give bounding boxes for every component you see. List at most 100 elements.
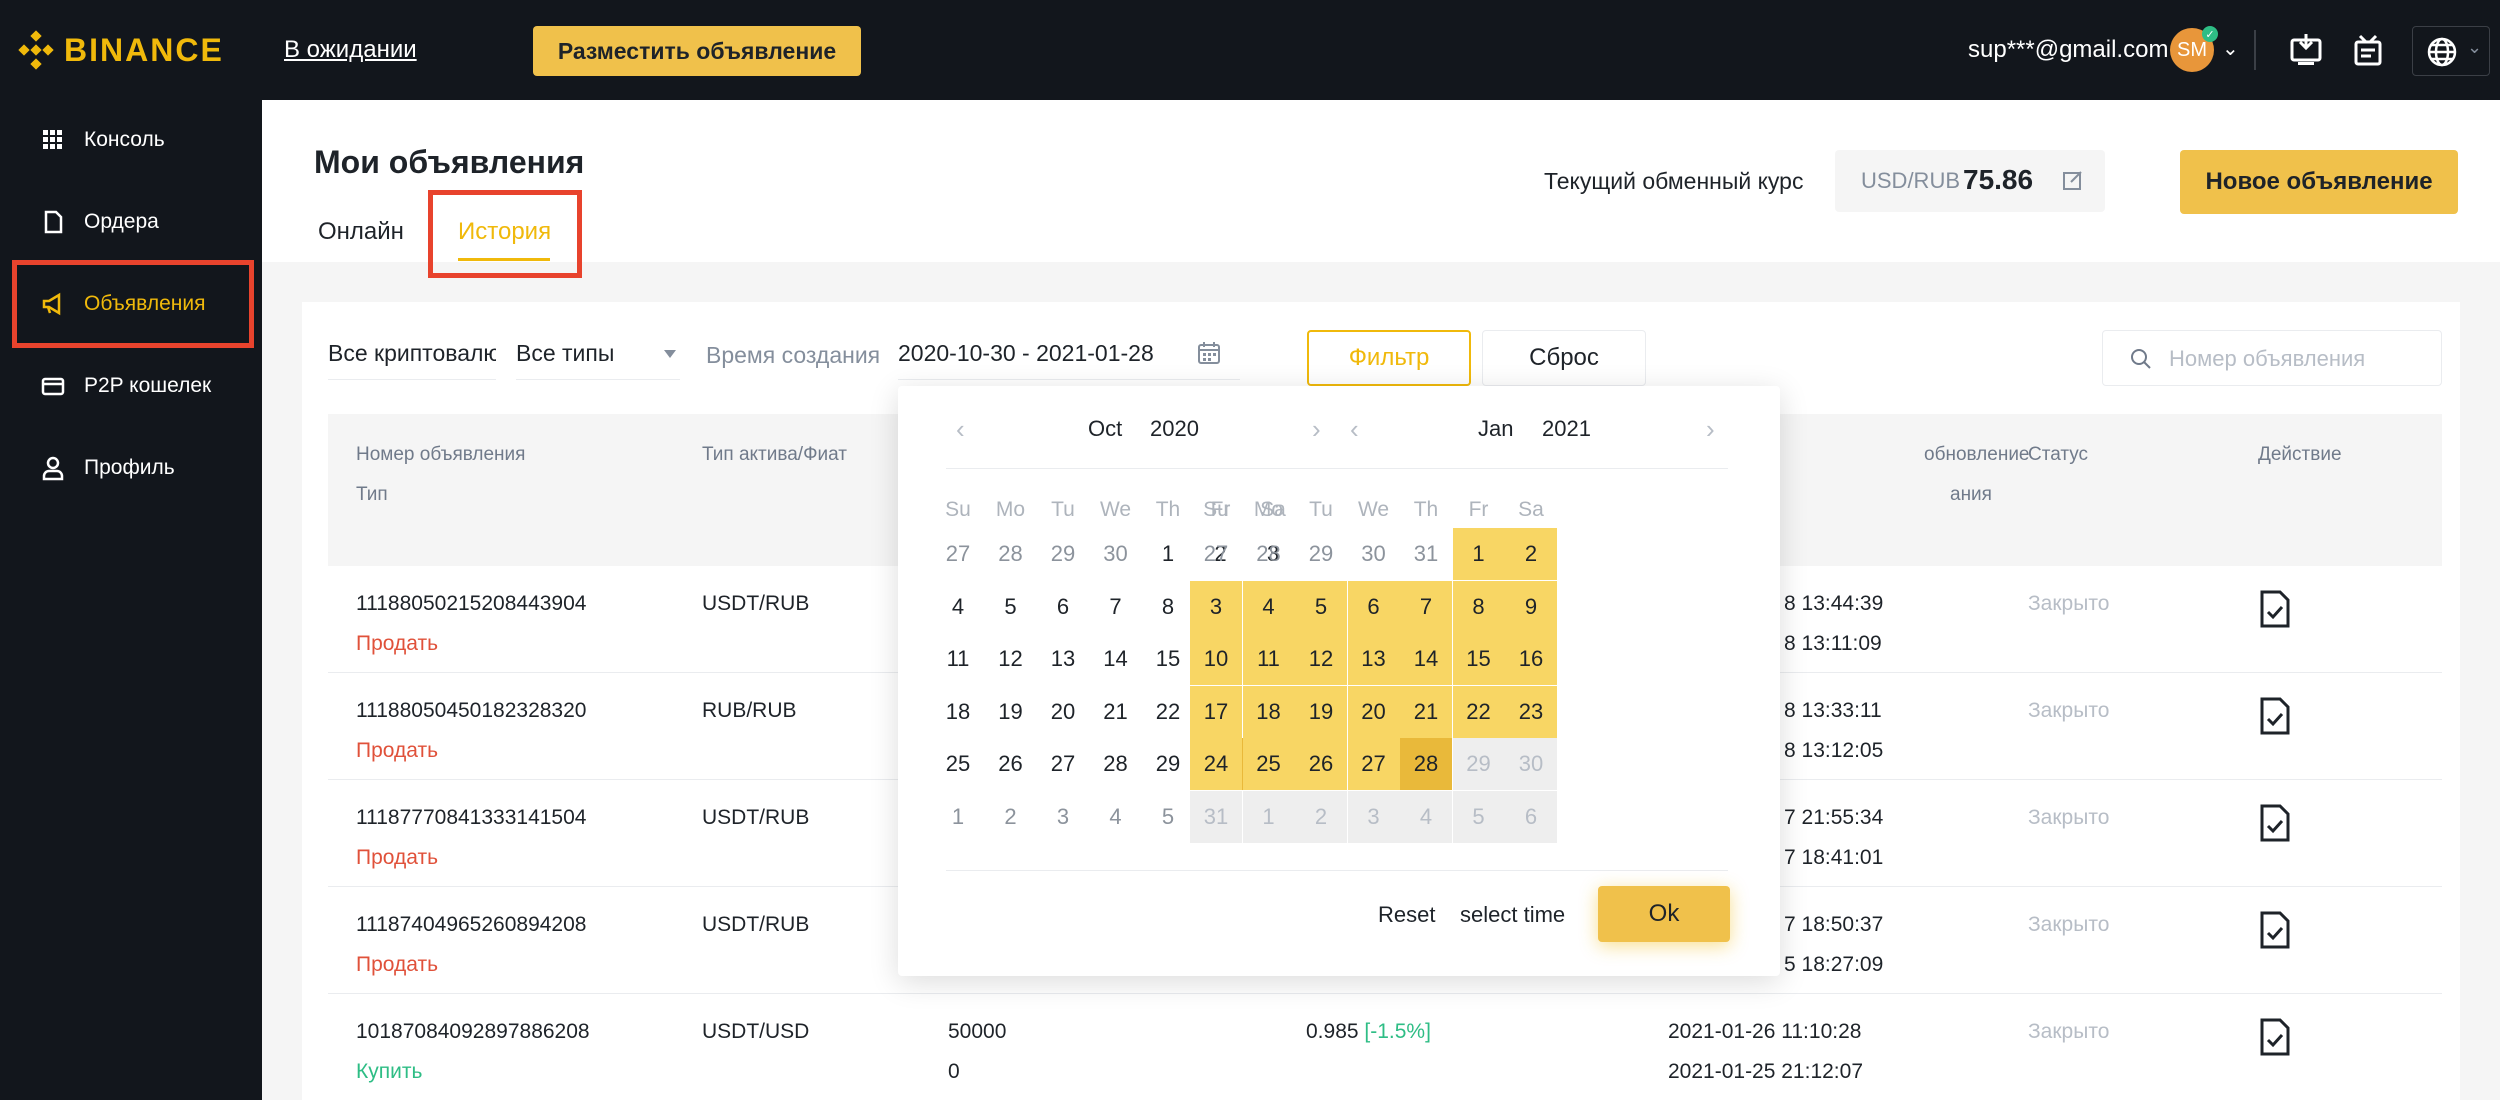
- date-range-input[interactable]: 2020-10-30 - 2021-01-28: [898, 340, 1240, 380]
- download-app-icon[interactable]: [2286, 30, 2326, 70]
- calendar-day[interactable]: 28: [1400, 738, 1452, 790]
- calendar-day[interactable]: 4: [932, 581, 984, 633]
- calendar-day[interactable]: 22: [1142, 686, 1194, 738]
- calendar-day[interactable]: 23: [1505, 685, 1557, 738]
- edit-icon[interactable]: [2061, 168, 2085, 192]
- calendar-day[interactable]: 21: [1090, 686, 1142, 738]
- calendar-reset-button[interactable]: Reset: [1378, 902, 1435, 928]
- calendar-day[interactable]: 3: [1190, 580, 1242, 633]
- calendar-day[interactable]: 27: [1190, 528, 1242, 580]
- search-input[interactable]: [2169, 343, 2429, 375]
- calendar-day[interactable]: 29: [1295, 528, 1347, 580]
- calendar-day[interactable]: 27: [1347, 738, 1400, 790]
- tab-online[interactable]: Онлайн: [318, 218, 404, 246]
- calendar-day[interactable]: 14: [1400, 633, 1452, 685]
- calendar-day[interactable]: 26: [1295, 738, 1347, 790]
- crypto-select[interactable]: Все криптовалюты: [328, 340, 496, 380]
- left-year-label[interactable]: 2020: [1150, 416, 1199, 442]
- calendar-day[interactable]: 28: [1090, 738, 1142, 790]
- calendar-day[interactable]: 13: [1347, 633, 1400, 685]
- table-row[interactable]: 10187084092897886208 Купить USDT/USD 500…: [328, 994, 2442, 1100]
- calendar-day[interactable]: 14: [1090, 633, 1142, 685]
- sidebar-item-p2p-wallet[interactable]: P2P кошелек: [0, 356, 262, 416]
- calendar-ok-button[interactable]: Ok: [1598, 886, 1730, 942]
- calendar-day[interactable]: 7: [1400, 580, 1452, 633]
- select-time-button[interactable]: select time: [1460, 902, 1565, 928]
- next-month-icon[interactable]: ›: [1312, 414, 1321, 445]
- view-detail-icon[interactable]: [2258, 911, 2292, 949]
- calendar-day[interactable]: 10: [1190, 633, 1242, 685]
- calendar-day[interactable]: 20: [1037, 686, 1089, 738]
- calendar-day[interactable]: 24: [1190, 738, 1242, 790]
- calendar-day[interactable]: 8: [1142, 581, 1194, 633]
- calendar-day[interactable]: 2: [985, 791, 1037, 843]
- prev-month-icon[interactable]: ‹: [1350, 414, 1359, 445]
- calendar-day[interactable]: 5: [985, 581, 1037, 633]
- next-month-icon[interactable]: ›: [1706, 414, 1715, 445]
- calendar-day[interactable]: 17: [1190, 685, 1242, 738]
- calendar-day[interactable]: 25: [932, 738, 984, 790]
- calendar-day[interactable]: 1: [1452, 528, 1505, 580]
- calendar-day[interactable]: 15: [1142, 633, 1194, 685]
- calendar-day[interactable]: 18: [1242, 685, 1295, 738]
- calendar-day[interactable]: 21: [1400, 685, 1452, 738]
- calendar-day[interactable]: 12: [1295, 633, 1347, 685]
- calendar-day[interactable]: 6: [1037, 581, 1089, 633]
- calendar-day[interactable]: 16: [1505, 633, 1557, 685]
- calendar-day[interactable]: 11: [1242, 633, 1295, 685]
- language-selector[interactable]: ⌄: [2412, 26, 2490, 76]
- sidebar-item-orders[interactable]: Ордера: [0, 192, 262, 252]
- calendar-day[interactable]: 29: [1037, 528, 1089, 580]
- calendar-day[interactable]: 5: [1295, 580, 1347, 633]
- binance-logo[interactable]: BINANCE: [16, 30, 224, 70]
- calendar-day[interactable]: 9: [1505, 580, 1557, 633]
- user-email[interactable]: sup***@gmail.com: [1968, 36, 2168, 64]
- calendar-day[interactable]: 29: [1142, 738, 1194, 790]
- calendar-day[interactable]: 20: [1347, 685, 1400, 738]
- calendar-day[interactable]: 2: [1505, 528, 1557, 580]
- right-month-label[interactable]: Jan: [1478, 416, 1513, 442]
- calendar-day[interactable]: 1: [932, 791, 984, 843]
- calendar-day[interactable]: 6: [1347, 580, 1400, 633]
- calendar-day[interactable]: 15: [1452, 633, 1505, 685]
- calendar-day[interactable]: 28: [985, 528, 1037, 580]
- calendar-day[interactable]: 31: [1400, 528, 1452, 580]
- calendar-day[interactable]: 4: [1242, 580, 1295, 633]
- calendar-day[interactable]: 1: [1142, 528, 1194, 580]
- right-year-label[interactable]: 2021: [1542, 416, 1591, 442]
- view-detail-icon[interactable]: [2258, 697, 2292, 735]
- calendar-day[interactable]: 12: [985, 633, 1037, 685]
- orders-history-icon[interactable]: [2348, 30, 2388, 70]
- calendar-day[interactable]: 8: [1452, 580, 1505, 633]
- calendar-day[interactable]: 22: [1452, 685, 1505, 738]
- prev-month-icon[interactable]: ‹: [956, 414, 965, 445]
- view-detail-icon[interactable]: [2258, 1018, 2292, 1056]
- calendar-day[interactable]: 18: [932, 686, 984, 738]
- calendar-day[interactable]: 28: [1243, 528, 1295, 580]
- view-detail-icon[interactable]: [2258, 590, 2292, 628]
- calendar-day[interactable]: 13: [1037, 633, 1089, 685]
- view-detail-icon[interactable]: [2258, 804, 2292, 842]
- calendar-day[interactable]: 25: [1242, 738, 1295, 790]
- post-ad-button[interactable]: Разместить объявление: [533, 26, 861, 76]
- sidebar-item-console[interactable]: Консоль: [0, 110, 262, 170]
- filter-button[interactable]: Фильтр: [1307, 330, 1471, 386]
- calendar-day[interactable]: 5: [1142, 791, 1194, 843]
- calendar-day[interactable]: 30: [1348, 528, 1400, 580]
- calendar-day[interactable]: 4: [1090, 791, 1142, 843]
- left-month-label[interactable]: Oct: [1088, 416, 1122, 442]
- calendar-day[interactable]: 7: [1090, 581, 1142, 633]
- calendar-day[interactable]: 3: [1037, 791, 1089, 843]
- reset-button[interactable]: Сброс: [1482, 330, 1646, 386]
- calendar-day[interactable]: 30: [1090, 528, 1142, 580]
- calendar-day[interactable]: 26: [985, 738, 1037, 790]
- calendar-day[interactable]: 11: [932, 633, 984, 685]
- chevron-down-icon[interactable]: ⌄: [2222, 36, 2239, 61]
- calendar-day[interactable]: 27: [932, 528, 984, 580]
- types-select[interactable]: Все типы: [516, 340, 680, 380]
- new-ad-button[interactable]: Новое объявление: [2180, 150, 2458, 214]
- calendar-day[interactable]: 27: [1037, 738, 1089, 790]
- sidebar-item-profile[interactable]: Профиль: [0, 438, 262, 498]
- calendar-day[interactable]: 19: [1295, 685, 1347, 738]
- calendar-day[interactable]: 19: [985, 686, 1037, 738]
